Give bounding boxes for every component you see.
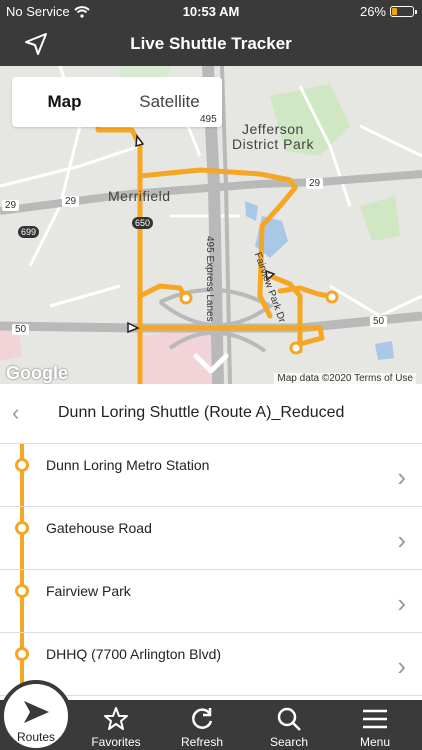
- tab-refresh[interactable]: Refresh: [170, 700, 234, 750]
- map-shield-29-west: 29: [2, 200, 20, 211]
- map-label-jefferson: Jefferson: [242, 121, 304, 137]
- stop-dot-icon: [15, 584, 29, 598]
- map-label-merrifield: Merrifield: [108, 188, 171, 204]
- stop-label: DHHQ (7700 Arlington Blvd): [46, 646, 222, 662]
- tab-routes-label: Routes: [16, 730, 56, 744]
- chevron-left-icon[interactable]: ‹: [12, 400, 19, 426]
- stop-dot-icon: [15, 647, 29, 661]
- tab-refresh-label: Refresh: [180, 735, 224, 749]
- list-item-stop[interactable]: Gatehouse Road ›: [0, 507, 422, 570]
- battery-status: 26%: [359, 4, 417, 19]
- list-item-stop[interactable]: Fairview Park ›: [0, 570, 422, 633]
- stop-label: Gatehouse Road: [46, 520, 152, 536]
- route-header: ‹ Dunn Loring Shuttle (Route A)_Reduced: [0, 384, 422, 444]
- list-item-stop[interactable]: Dunn Loring Metro Station ›: [0, 444, 422, 507]
- map-label-district-park: District Park: [232, 136, 314, 152]
- status-bar: No Service 10:53 AM 26%: [0, 0, 422, 22]
- tab-favorites-label: Favorites: [91, 735, 141, 749]
- chevron-right-icon: ›: [397, 588, 406, 618]
- map-shield-650: 650: [132, 217, 154, 229]
- stop-dot-icon: [15, 458, 29, 472]
- tab-favorites[interactable]: Favorites: [84, 700, 148, 750]
- list-item-stop[interactable]: DHHQ (7700 Arlington Blvd) ›: [0, 633, 422, 696]
- map-shield-495: 495: [198, 114, 219, 125]
- battery-level-fill: [392, 8, 398, 15]
- navigation-arrow-icon: [24, 701, 49, 723]
- chevron-right-icon: ›: [397, 462, 406, 492]
- chevron-right-icon: ›: [397, 525, 406, 555]
- tab-search[interactable]: Search: [257, 700, 321, 750]
- map-type-segmented-control[interactable]: Map Satellite: [12, 77, 222, 127]
- map-view[interactable]: Map Satellite Jefferson District Park Me…: [0, 66, 422, 384]
- tab-menu-label: Menu: [359, 735, 391, 749]
- map-label-express-lanes: 495 Express Lanes: [204, 236, 215, 322]
- tab-map[interactable]: Map: [12, 92, 117, 112]
- map-shield-29-mid: 29: [62, 196, 80, 207]
- stops-list: Dunn Loring Metro Station › Gatehouse Ro…: [0, 444, 422, 700]
- page-title: Live Shuttle Tracker: [130, 34, 292, 53]
- stop-label: Fairview Park: [46, 583, 131, 599]
- refresh-icon: [192, 708, 213, 729]
- menu-icon: [363, 709, 387, 729]
- google-logo: Google: [6, 363, 68, 383]
- status-time: 10:53 AM: [182, 4, 240, 19]
- star-icon: [104, 707, 128, 730]
- map-shield-29-east: 29: [306, 178, 324, 189]
- battery-percent: 26%: [359, 4, 386, 19]
- tab-satellite[interactable]: Satellite: [117, 92, 222, 112]
- chevron-right-icon: ›: [397, 651, 406, 681]
- map-shield-50-west: 50: [12, 324, 30, 335]
- route-name: Dunn Loring Shuttle (Route A)_Reduced: [58, 404, 345, 421]
- battery-icon: [390, 6, 417, 17]
- stop-dot-icon: [15, 521, 29, 535]
- tab-routes[interactable]: Routes: [0, 680, 72, 750]
- nav-bar: Live Shuttle Tracker: [0, 22, 422, 66]
- stop-label: Dunn Loring Metro Station: [46, 457, 210, 473]
- map-attribution[interactable]: Map data ©2020 Terms of Use: [274, 373, 416, 384]
- map-shield-699: 699: [18, 226, 40, 238]
- tab-menu[interactable]: Menu: [343, 700, 407, 750]
- map-shield-50-east: 50: [370, 316, 388, 327]
- search-icon: [277, 707, 301, 731]
- tab-search-label: Search: [269, 735, 309, 749]
